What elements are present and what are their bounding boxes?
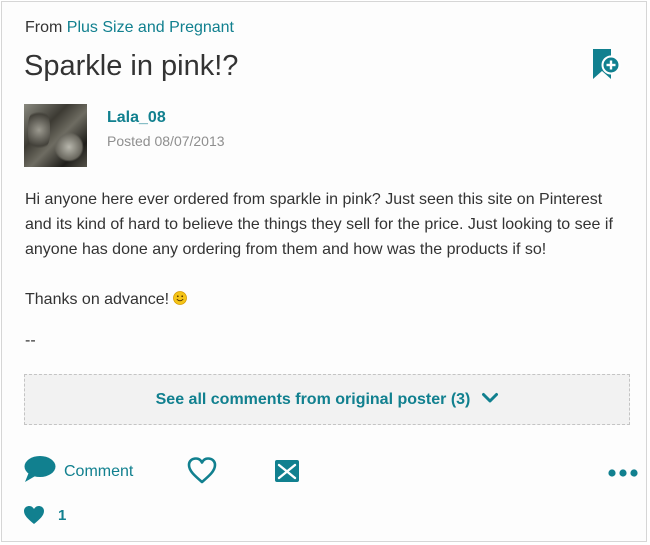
post-body: Hi anyone here ever ordered from sparkle…	[25, 187, 625, 313]
avatar[interactable]	[24, 104, 87, 167]
like-count: 1	[23, 505, 66, 525]
ellipsis-icon	[608, 469, 638, 477]
bookmark-add-icon[interactable]	[591, 48, 621, 80]
more-options-button[interactable]	[608, 465, 638, 483]
like-button[interactable]	[187, 457, 217, 489]
like-count-value: 1	[58, 506, 67, 524]
chevron-down-icon	[482, 391, 499, 409]
comment-label: Comment	[64, 462, 134, 480]
comment-button[interactable]: Comment	[23, 455, 133, 488]
author-name[interactable]: Lala_08	[107, 109, 166, 127]
post-paragraph: Hi anyone here ever ordered from sparkle…	[25, 191, 613, 258]
smiley-icon	[173, 288, 187, 313]
post-title: Sparkle in pink!?	[24, 50, 239, 82]
group-link[interactable]: Plus Size and Pregnant	[67, 19, 234, 36]
posted-date: Posted 08/07/2013	[107, 133, 225, 149]
heart-outline-icon	[187, 457, 217, 484]
breadcrumb-prefix: From	[25, 19, 63, 36]
see-all-label: See all comments from original poster (3…	[155, 390, 471, 408]
see-all-comments-button[interactable]: See all comments from original poster (3…	[24, 374, 630, 425]
share-button[interactable]	[274, 459, 300, 488]
envelope-icon	[275, 460, 299, 482]
breadcrumb: From Plus Size and Pregnant	[25, 19, 234, 37]
signature: --	[25, 332, 36, 349]
heart-filled-icon	[24, 506, 44, 524]
post-paragraph: Thanks on advance!	[25, 287, 625, 313]
speech-bubble-icon	[23, 455, 56, 488]
post-card: From Plus Size and Pregnant Sparkle in p…	[1, 1, 647, 542]
